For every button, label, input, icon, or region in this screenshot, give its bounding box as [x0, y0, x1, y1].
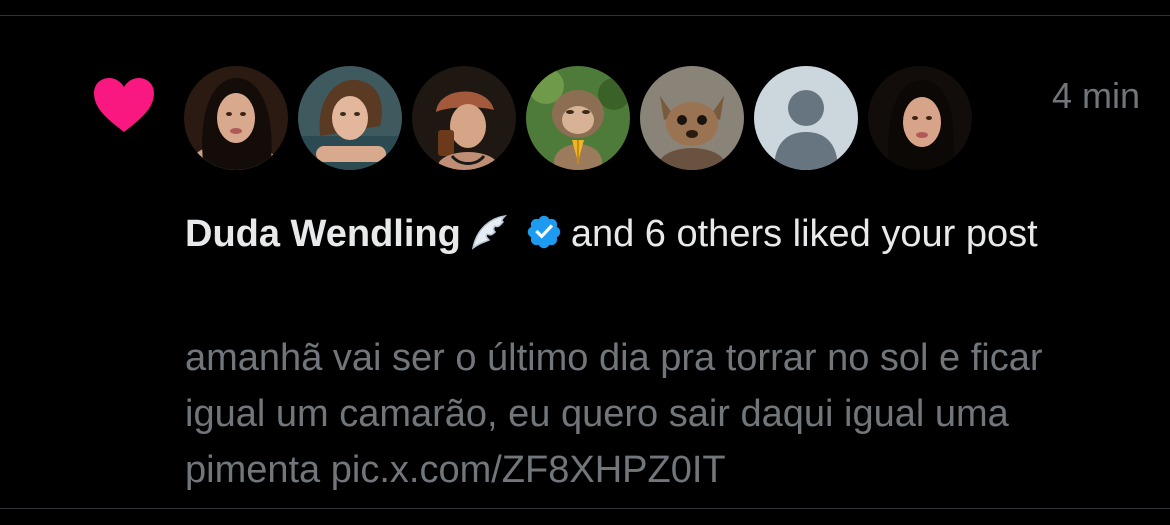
post-preview-text[interactable]: amanhã vai ser o último dia pra torrar n… — [185, 330, 1125, 498]
wing-emoji-icon — [471, 214, 507, 250]
avatar-liker-2[interactable] — [298, 66, 402, 170]
divider-bottom — [0, 508, 1170, 509]
action-text: and 6 others liked your post — [570, 213, 1038, 255]
avatar-liker-5[interactable] — [640, 66, 744, 170]
avatar-liker-7[interactable] — [868, 66, 972, 170]
notification-headline: Duda Wendling and 6 others liked your po… — [185, 206, 1125, 262]
timestamp: 4 min — [1051, 75, 1140, 116]
avatar-liker-3[interactable] — [412, 66, 516, 170]
verified-badge-icon — [527, 215, 561, 249]
actor-name[interactable]: Duda Wendling — [185, 213, 461, 255]
avatar-liker-4[interactable] — [526, 66, 630, 170]
avatar-liker-6[interactable] — [754, 66, 858, 170]
avatar-duda-wendling[interactable] — [184, 66, 288, 170]
heart-icon — [94, 78, 154, 132]
like-notification[interactable]: 4 min Duda Wendling and 6 others liked y… — [0, 16, 1170, 508]
